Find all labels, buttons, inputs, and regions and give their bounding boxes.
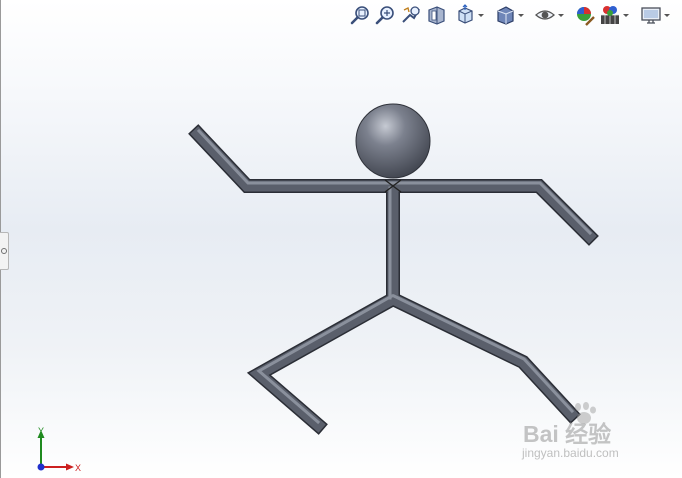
- graphics-area[interactable]: Y X Bai 经验 jingyan.baidu.com: [0, 0, 682, 478]
- x-axis-arrow: [66, 463, 74, 471]
- head-sphere: [355, 103, 431, 179]
- y-axis-label: Y: [38, 426, 44, 436]
- x-axis-label: X: [75, 463, 81, 473]
- z-axis-origin: [37, 463, 45, 471]
- baidu-jingyan-watermark: Bai 经验 jingyan.baidu.com: [520, 402, 680, 464]
- reference-triad: Y X: [37, 426, 81, 473]
- watermark-logo-text: Bai 经验: [523, 421, 612, 447]
- watermark-url: jingyan.baidu.com: [522, 446, 619, 460]
